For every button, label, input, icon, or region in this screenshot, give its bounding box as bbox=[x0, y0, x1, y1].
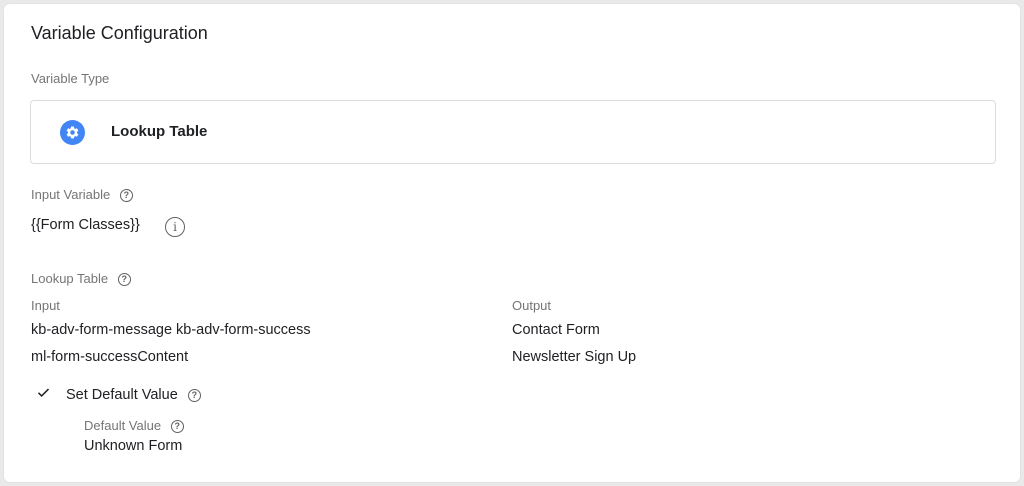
set-default-value-label: Set Default Value ? bbox=[66, 387, 201, 403]
variable-configuration-card: Variable Configuration Variable Type Loo… bbox=[4, 4, 1020, 482]
input-variable-value: {{Form Classes}} bbox=[31, 217, 140, 233]
table-row-output: Contact Form bbox=[512, 322, 600, 338]
variable-type-name: Lookup Table bbox=[111, 123, 208, 140]
lookup-table-label-text: Lookup Table bbox=[31, 271, 109, 286]
default-value: Unknown Form bbox=[84, 438, 183, 454]
input-variable-label: Input Variable ? bbox=[31, 187, 133, 203]
default-value-label-text: Default Value bbox=[84, 418, 162, 433]
info-icon[interactable]: i bbox=[165, 217, 185, 237]
lookup-table-label: Lookup Table ? bbox=[31, 271, 131, 287]
variable-type-selector[interactable]: Lookup Table bbox=[30, 100, 996, 164]
default-value-help-icon[interactable]: ? bbox=[170, 420, 184, 434]
default-value-label: Default Value ? bbox=[84, 418, 184, 434]
input-column-header: Input bbox=[31, 298, 60, 313]
variable-type-label: Variable Type bbox=[31, 71, 110, 86]
set-default-value-help-icon[interactable]: ? bbox=[187, 388, 201, 402]
set-default-value-text: Set Default Value bbox=[66, 387, 178, 403]
table-row-input: ml-form-successContent bbox=[31, 349, 189, 365]
input-variable-help-icon[interactable]: ? bbox=[119, 189, 133, 203]
table-row-input: kb-adv-form-message kb-adv-form-success bbox=[31, 322, 311, 338]
gear-icon bbox=[60, 120, 85, 145]
checkmark-icon bbox=[37, 388, 50, 397]
panel-title: Variable Configuration bbox=[31, 23, 208, 43]
input-variable-label-text: Input Variable bbox=[31, 187, 111, 202]
table-row-output: Newsletter Sign Up bbox=[512, 349, 637, 365]
output-column-header: Output bbox=[512, 298, 552, 313]
set-default-value-checkbox[interactable] bbox=[36, 385, 51, 405]
lookup-table-help-icon[interactable]: ? bbox=[117, 273, 131, 287]
